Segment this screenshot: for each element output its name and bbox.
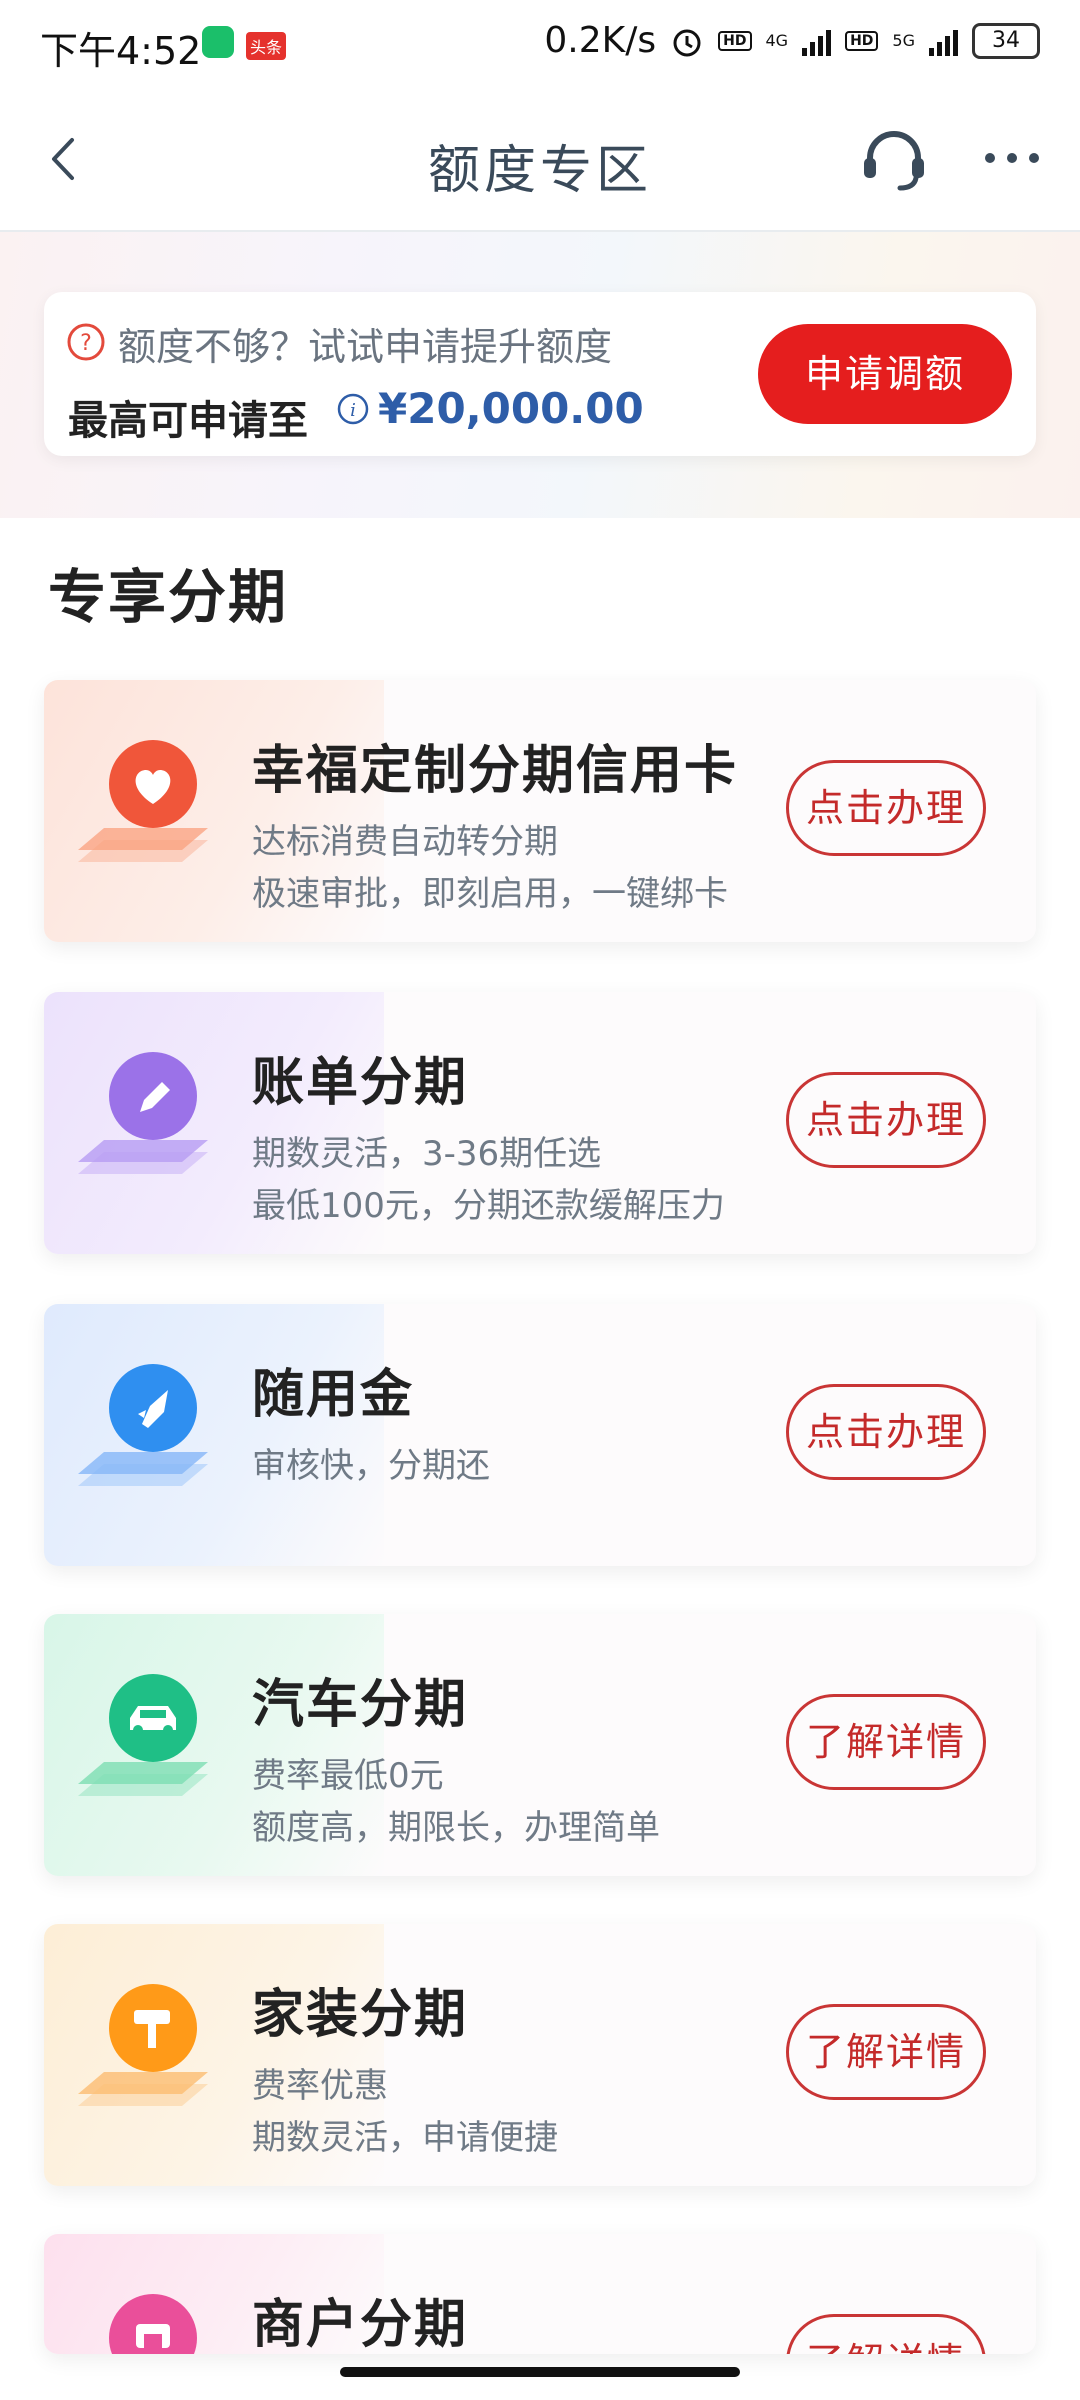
card-title: 随用金 [252, 1365, 415, 1425]
hd-badge-1: HD [718, 30, 752, 51]
product-card-flexible-cash[interactable]: 随用金 审核快，分期还 点击办理 [44, 1304, 1036, 1566]
product-card-bill-installment[interactable]: 账单分期 期数灵活，3-36期任选 最低100元，分期还款缓解压力 点击办理 [44, 992, 1036, 1254]
svg-text:i: i [350, 400, 356, 421]
home-indicator[interactable] [340, 2367, 740, 2377]
card-title: 商户分期 [252, 2295, 469, 2354]
shield-app-icon [202, 26, 234, 58]
card-desc-2: 最低100元，分期还款缓解压力 [252, 1186, 725, 1226]
card-desc-2: 极速审批，即刻启用，一键绑卡 [252, 874, 728, 914]
heart-icon [78, 740, 208, 862]
card-action-button[interactable]: 了解详情 [786, 1694, 986, 1790]
card-desc-2: 期数灵活，申请便捷 [252, 2118, 558, 2158]
top-nav-bar: 额度专区 [0, 90, 1080, 232]
card-desc-1: 费率最低0元 [252, 1756, 444, 1796]
card-action-button[interactable]: 了解详情 [786, 2314, 986, 2354]
product-card-home-decoration-installment[interactable]: 家装分期 费率优惠 期数灵活，申请便捷 了解详情 [44, 1924, 1036, 2186]
card-title: 汽车分期 [252, 1675, 469, 1735]
apply-adjust-quota-button[interactable]: 申请调额 [758, 324, 1012, 424]
svg-text:?: ? [80, 331, 92, 356]
signal-bars-1-icon [802, 26, 832, 56]
more-options-icon[interactable] [980, 138, 1044, 178]
status-time: 下午4:52 [40, 29, 202, 73]
card-desc-2: 额度高，期限长，办理简单 [252, 1808, 660, 1848]
card-action-button[interactable]: 了解详情 [786, 2004, 986, 2100]
quota-max-label: 最高可申请至 [68, 398, 308, 444]
customer-service-icon[interactable] [858, 124, 930, 196]
product-card-happiness-credit-card[interactable]: 幸福定制分期信用卡 达标消费自动转分期 极速审批，即刻启用，一键绑卡 点击办理 [44, 680, 1036, 942]
question-icon: ? [67, 323, 105, 361]
card-action-button[interactable]: 点击办理 [786, 1384, 986, 1480]
card-title: 家装分期 [252, 1985, 469, 2045]
hd-badge-2: HD [845, 30, 879, 51]
card-action-button[interactable]: 点击办理 [786, 760, 986, 856]
card-desc-1: 达标消费自动转分期 [252, 822, 558, 862]
product-card-merchant-installment[interactable]: 商户分期 了解详情 [44, 2234, 1036, 2354]
battery-icon: 34 [972, 22, 1040, 59]
info-icon[interactable]: i [336, 392, 370, 426]
section-title: 专享分期 [48, 563, 289, 631]
quota-amount: ¥20,000.00 [378, 384, 644, 433]
paint-roller-icon [78, 1984, 208, 2106]
product-card-car-installment[interactable]: 汽车分期 费率最低0元 额度高，期限长，办理简单 了解详情 [44, 1614, 1036, 1876]
card-action-button[interactable]: 点击办理 [786, 1072, 986, 1168]
status-bar: 下午4:52 头条 0.2K/s HD 4G HD 5G 34 [0, 0, 1080, 90]
toutiao-notification-icon: 头条 [246, 32, 287, 60]
network-speed: 0.2K/s [544, 20, 657, 61]
card-desc-1: 审核快，分期还 [252, 1446, 490, 1486]
car-icon [78, 1674, 208, 1796]
card-desc-1: 费率优惠 [252, 2066, 388, 2106]
quota-card: ? 额度不够？试试申请提升额度 最高可申请至 i ¥20,000.00 申请调额 [44, 292, 1036, 456]
quota-prompt: 额度不够？试试申请提升额度 [118, 325, 613, 369]
alarm-icon [673, 29, 701, 56]
store-icon [109, 2294, 197, 2354]
network-type-1: 4G [765, 31, 789, 50]
card-title: 账单分期 [252, 1053, 469, 1113]
rocket-icon [78, 1364, 208, 1486]
status-right-group: 0.2K/s HD 4G HD 5G 34 [544, 20, 1040, 61]
card-desc-1: 期数灵活，3-36期任选 [252, 1134, 602, 1174]
signal-bars-2-icon [929, 26, 958, 56]
quota-banner-area: ? 额度不够？试试申请提升额度 最高可申请至 i ¥20,000.00 申请调额 [0, 232, 1080, 518]
card-title: 幸福定制分期信用卡 [252, 741, 739, 801]
pencil-icon [78, 1052, 208, 1174]
network-type-2: 5G [892, 31, 915, 50]
